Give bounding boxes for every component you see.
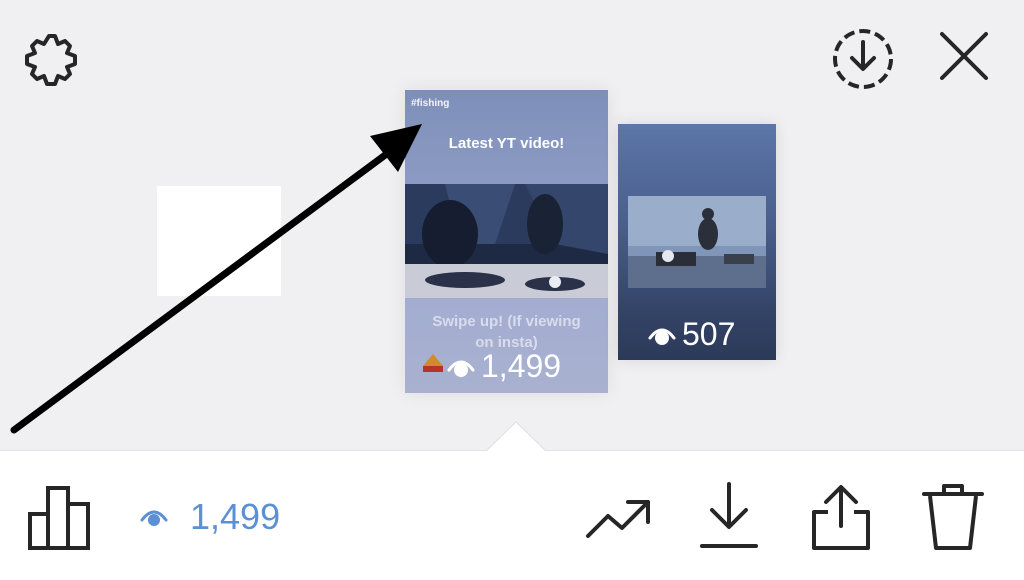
close-button[interactable] (936, 28, 992, 84)
story-thumbnail-current[interactable]: #fishing Latest YT video! Swipe up! (If … (405, 90, 608, 393)
delete-button[interactable] (920, 482, 986, 552)
story-photo (405, 184, 608, 298)
viewer-count: 1,499 (190, 496, 281, 537)
selected-story-pointer (486, 421, 546, 452)
gear-icon (25, 34, 77, 86)
settings-button[interactable] (14, 26, 84, 96)
download-button[interactable] (698, 480, 760, 552)
trending-up-icon (586, 500, 650, 538)
channel-logo (423, 354, 443, 372)
story-view-count: 507 (648, 316, 735, 353)
bar-chart-icon (28, 486, 90, 550)
share-button[interactable] (808, 482, 874, 552)
eye-icon (140, 510, 168, 526)
story-photo (628, 196, 766, 288)
save-story-button[interactable] (830, 26, 896, 92)
share-icon (812, 485, 870, 550)
story-thumbnail-next[interactable]: 507 (618, 124, 776, 360)
insights-button[interactable] (26, 484, 92, 552)
viewers-button[interactable]: 1,499 (140, 496, 280, 538)
close-icon (940, 32, 988, 80)
eye-icon (648, 328, 676, 345)
redacted-area (157, 186, 281, 296)
story-headline: Latest YT video! (448, 135, 565, 152)
download-icon (700, 482, 758, 548)
story-hashtag: #fishing (411, 98, 450, 109)
eye-icon (447, 360, 475, 377)
story-swipe-text: Swipe up! (If viewing on insta) (432, 313, 581, 351)
story-view-count: 1,499 (447, 348, 561, 385)
download-circle-icon (833, 29, 893, 89)
trash-icon (922, 484, 984, 550)
promote-button[interactable] (584, 494, 654, 542)
